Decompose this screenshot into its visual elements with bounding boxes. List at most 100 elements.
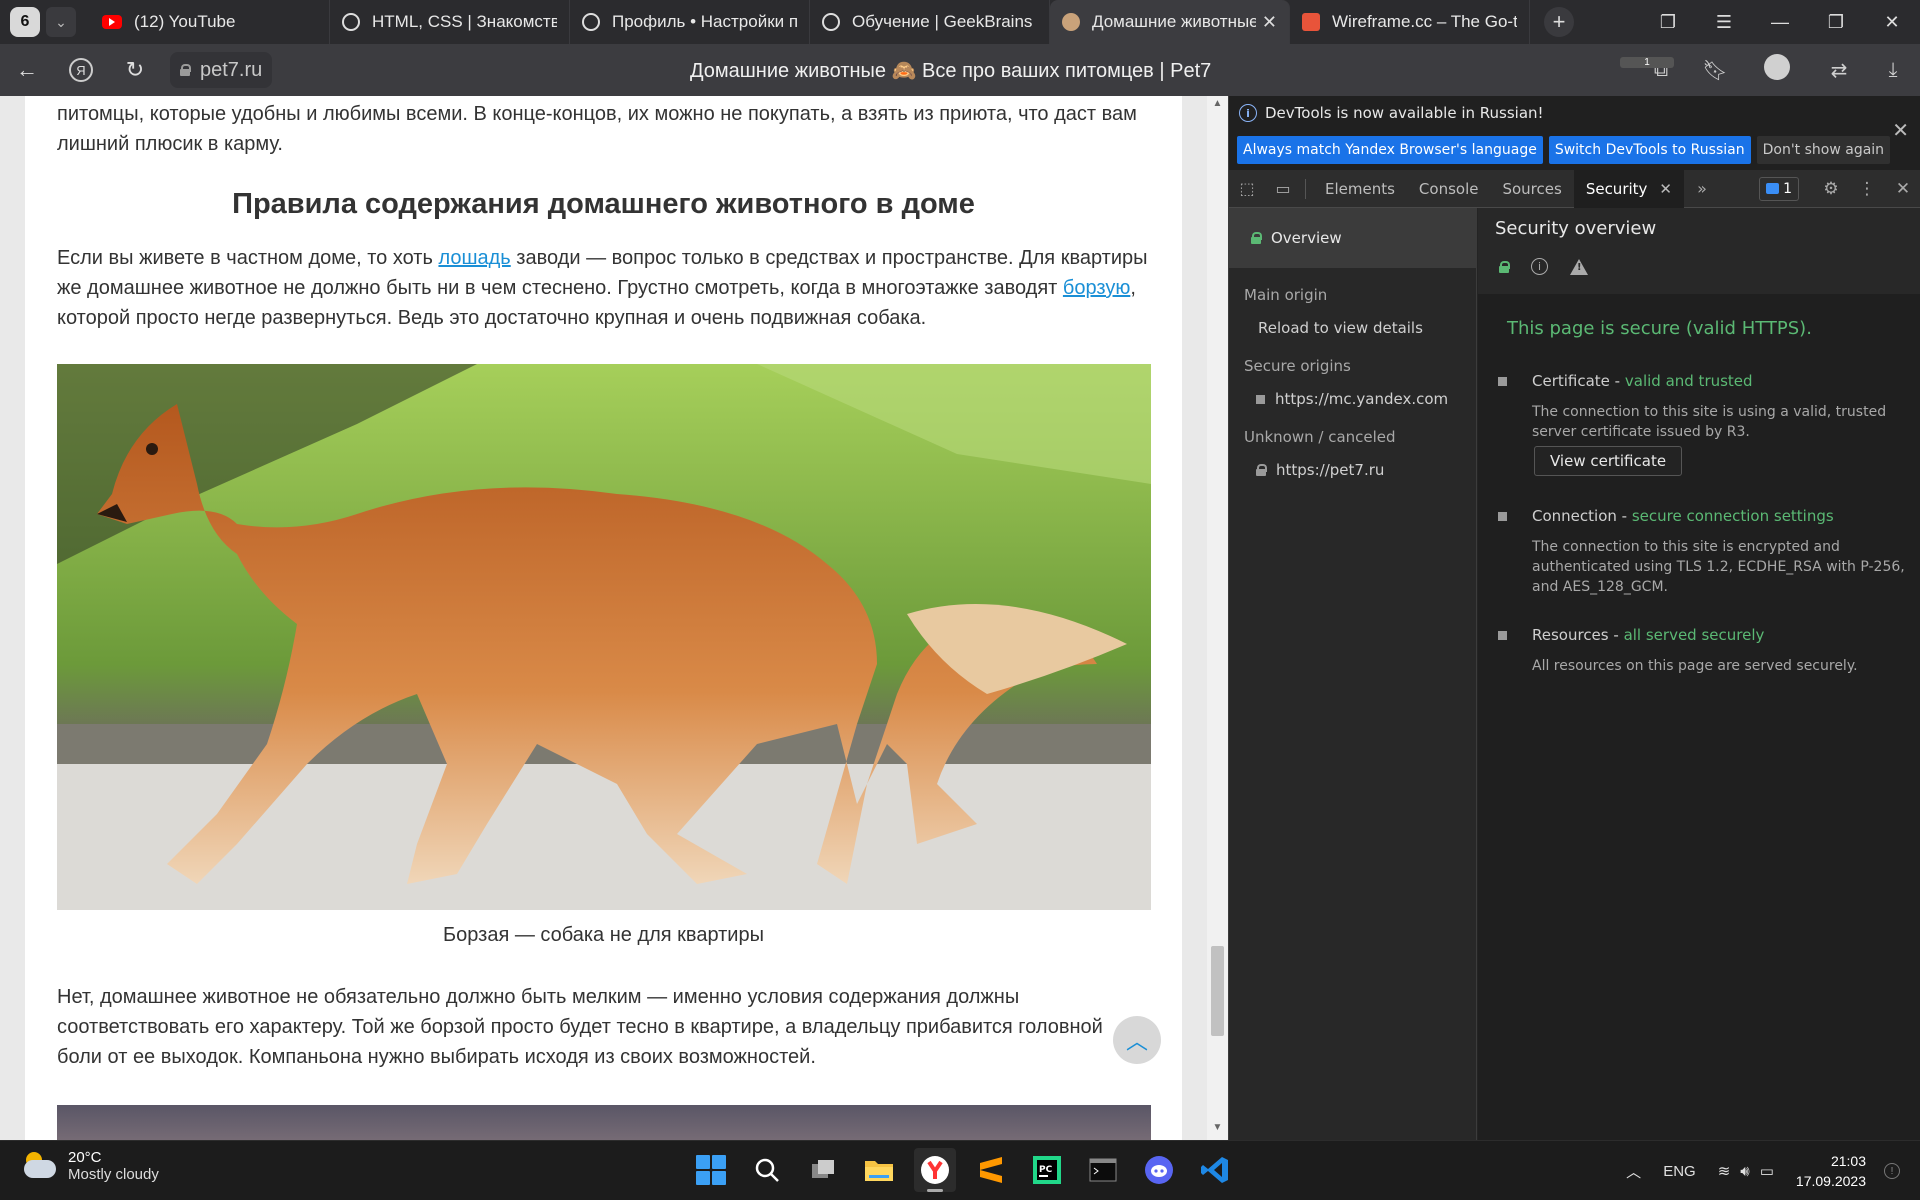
sidebar-item-label: https://mc.yandex.com	[1275, 390, 1449, 408]
certificate-description: The connection to this site is using a v…	[1532, 404, 1887, 440]
sidebar-item-reload[interactable]: Reload to view details	[1258, 319, 1423, 337]
security-status-icons: i	[1499, 258, 1588, 275]
weather-widget[interactable]: 20°C Mostly cloudy	[22, 1149, 159, 1183]
weather-text: Mostly cloudy	[68, 1166, 159, 1183]
minimize-icon[interactable]: —	[1752, 12, 1808, 33]
tab-strip: 6 ⌄ (12) YouTube HTML, CSS | Знакомство …	[0, 0, 1920, 44]
tab-list: (12) YouTube HTML, CSS | Знакомство Проф…	[90, 0, 1530, 44]
inspect-element-icon[interactable]: ⬚	[1229, 179, 1265, 198]
task-view-icon[interactable]	[802, 1148, 844, 1192]
tab-html-css[interactable]: HTML, CSS | Знакомство	[330, 0, 570, 44]
link-horse[interactable]: лошадь	[438, 247, 510, 269]
close-tab-icon[interactable]: ✕	[1262, 12, 1277, 33]
lock-icon	[1256, 464, 1267, 476]
issues-counter[interactable]: 1	[1759, 176, 1799, 201]
paragraph-1: Если вы живете в частном доме, то хоть л…	[57, 243, 1151, 333]
translate-icon[interactable]: ⇄	[1812, 58, 1866, 83]
close-window-icon[interactable]: ✕	[1864, 12, 1920, 33]
sidebar-item-pet7[interactable]: https://pet7.ru	[1256, 461, 1384, 479]
infobar-buttons: Always match Yandex Browser's language S…	[1237, 136, 1891, 164]
scroll-down-arrow-icon[interactable]: ▼	[1207, 1122, 1228, 1138]
tab-count-badge[interactable]: 6	[10, 7, 40, 37]
address-bar-actions: ⧉ 1 🔖︎ ⇄ ⤓	[1620, 44, 1920, 96]
tab-elements[interactable]: Elements	[1313, 170, 1407, 208]
tab-console[interactable]: Console	[1407, 170, 1491, 208]
terminal-icon[interactable]	[1082, 1148, 1124, 1192]
sidebar-item-mc-yandex[interactable]: https://mc.yandex.com	[1256, 390, 1448, 408]
new-tab-button[interactable]: +	[1544, 7, 1574, 37]
start-icon[interactable]	[690, 1148, 732, 1192]
alice-icon[interactable]	[1742, 54, 1812, 86]
connection-description: The connection to this site is encrypted…	[1532, 539, 1905, 595]
bookmark-icon[interactable]: 🔖︎	[1688, 58, 1742, 83]
collections-icon[interactable]: ❐	[1640, 12, 1696, 33]
lock-icon	[1499, 260, 1510, 273]
tab-sources[interactable]: Sources	[1490, 170, 1573, 208]
language-indicator[interactable]: ENG	[1663, 1163, 1696, 1180]
tab-profile[interactable]: Профиль • Настройки п	[570, 0, 810, 44]
paragraph-2: Нет, домашнее животное не обязательно до…	[57, 986, 1103, 1068]
tab-title: Обучение | GeekBrains -	[852, 12, 1037, 31]
vscode-icon[interactable]	[1194, 1148, 1236, 1192]
tab-pet7[interactable]: Домашние животные ✕	[1050, 0, 1290, 44]
resources-section: Resources - all served securely All reso…	[1498, 626, 1908, 686]
main-origin-header: Main origin	[1244, 286, 1328, 304]
youtube-icon	[102, 15, 122, 29]
discord-icon[interactable]	[1138, 1148, 1180, 1192]
tab-geekbrains[interactable]: Обучение | GeekBrains -	[810, 0, 1050, 44]
devtools-tabbar: ⬚ ▭ Elements Console Sources Security ✕ »…	[1229, 169, 1920, 208]
menu-icon[interactable]: ☰	[1696, 12, 1752, 33]
tab-youtube[interactable]: (12) YouTube	[90, 0, 330, 44]
sidebar-item-overview[interactable]: Overview	[1229, 208, 1477, 268]
certificate-title: Certificate - valid and trusted	[1532, 372, 1753, 390]
sublime-text-icon[interactable]	[970, 1148, 1012, 1192]
scrollbar-thumb[interactable]	[1211, 946, 1224, 1036]
info-icon: i	[1531, 258, 1548, 275]
close-infobar-icon[interactable]: ✕	[1892, 118, 1909, 142]
chevron-up-icon[interactable]: ︿	[1626, 1161, 1641, 1182]
notifications-icon[interactable]: !	[1884, 1163, 1900, 1179]
clock[interactable]: 21:03 17.09.2023	[1796, 1151, 1866, 1191]
back-icon[interactable]: ←	[0, 44, 54, 96]
dont-show-again-button[interactable]: Don't show again	[1756, 136, 1891, 164]
battery-icon[interactable]: ▭	[1760, 1162, 1774, 1180]
settings-gear-icon[interactable]: ⚙	[1813, 179, 1849, 199]
page-scrollbar[interactable]: ▲ ▼	[1207, 96, 1228, 1140]
yandex-browser-icon[interactable]	[914, 1148, 956, 1192]
info-icon: i	[1239, 104, 1257, 122]
link-borzoi[interactable]: борзую	[1063, 277, 1130, 299]
restore-icon[interactable]: ❐	[1808, 12, 1864, 33]
view-certificate-button[interactable]: View certificate	[1534, 446, 1683, 476]
volume-icon[interactable]: 🔊︎	[1740, 1163, 1749, 1180]
pycharm-icon[interactable]: PC	[1026, 1148, 1068, 1192]
openai-icon	[822, 13, 840, 31]
match-language-button[interactable]: Always match Yandex Browser's language	[1237, 136, 1543, 164]
switch-language-button[interactable]: Switch DevTools to Russian	[1548, 136, 1751, 164]
wifi-icon[interactable]: ≋	[1718, 1162, 1731, 1180]
scroll-to-top-button[interactable]: ︿	[1113, 1016, 1161, 1064]
search-icon[interactable]	[746, 1148, 788, 1192]
file-explorer-icon[interactable]	[858, 1148, 900, 1192]
tab-wireframe[interactable]: Wireframe.cc – The Go-to	[1290, 0, 1530, 44]
connection-icon	[1498, 512, 1507, 521]
close-tab-icon[interactable]: ✕	[1659, 180, 1672, 198]
close-devtools-icon[interactable]: ✕	[1885, 179, 1920, 199]
window-controls: ❐ ☰ — ❐ ✕	[1640, 0, 1920, 44]
more-tabs-icon[interactable]: »	[1684, 179, 1720, 198]
url-field[interactable]: pet7.ru	[170, 52, 273, 88]
openai-icon	[582, 13, 600, 31]
device-toolbar-icon[interactable]: ▭	[1265, 179, 1301, 198]
yandex-icon[interactable]: Я	[54, 44, 108, 96]
extension-icon[interactable]: ⧉ 1	[1620, 56, 1688, 82]
download-icon[interactable]: ⤓	[1866, 59, 1920, 82]
scroll-up-arrow-icon[interactable]: ▲	[1207, 98, 1228, 114]
message-icon	[1766, 183, 1780, 194]
more-options-icon[interactable]: ⋮	[1849, 179, 1885, 199]
reload-icon[interactable]: ↻	[108, 44, 162, 96]
article: питомцы, которые удобны и любимы всеми. …	[25, 96, 1182, 1140]
tab-security[interactable]: Security ✕	[1573, 169, 1684, 208]
text: Если вы живете в частном доме, то хоть	[57, 247, 439, 269]
sidebar-item-label: https://pet7.ru	[1276, 461, 1385, 479]
chevron-down-icon[interactable]: ⌄	[46, 7, 76, 37]
security-sidebar: Overview Main origin Reload to view deta…	[1229, 208, 1477, 1140]
